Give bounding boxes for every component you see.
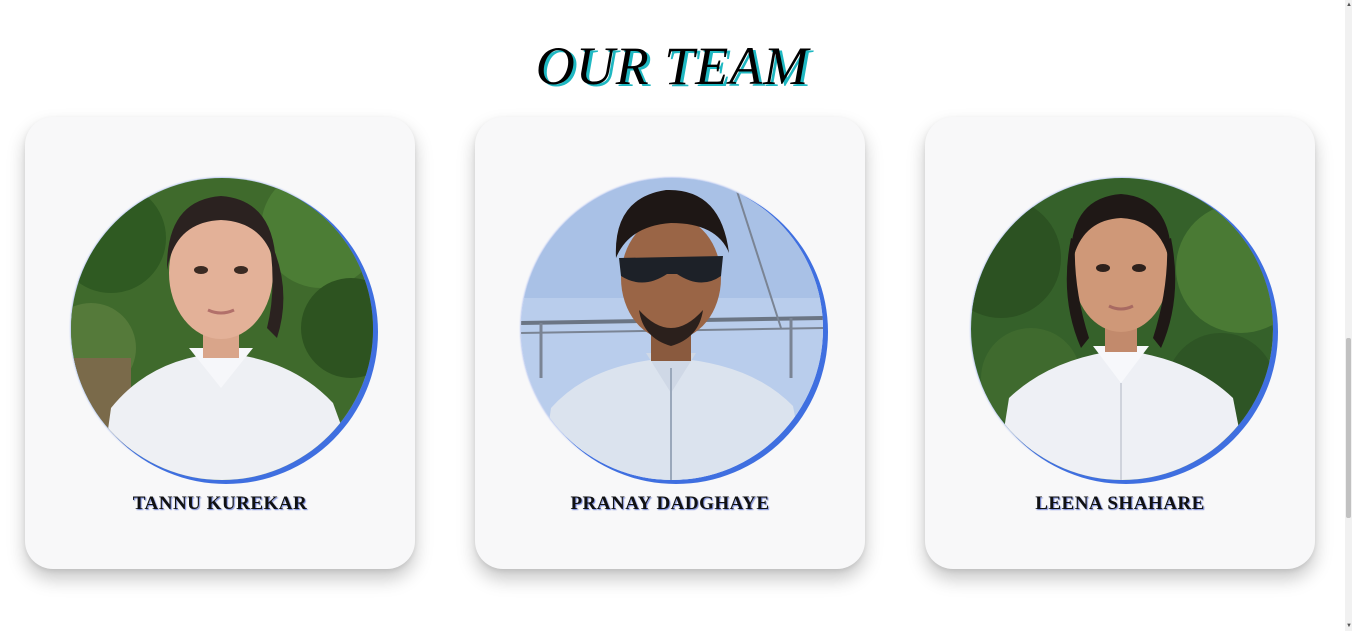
member-name: TANNU KUREKAR	[132, 493, 308, 514]
member-name: LEENA SHAHARE	[1035, 493, 1205, 514]
member-photo	[521, 178, 823, 480]
scroll-down-icon[interactable]: ▼	[1346, 623, 1352, 629]
team-card-1: TANNU KUREKAR	[25, 117, 415, 569]
member-photo	[971, 178, 1273, 480]
member-name: PRANAY DADGHAYE	[570, 493, 770, 514]
member-photo	[71, 178, 373, 480]
person-photo-icon	[521, 178, 823, 480]
team-card-2: PRANAY DADGHAYE	[475, 117, 865, 569]
scroll-up-icon[interactable]: ▲	[1346, 2, 1352, 8]
team-page: OUR TEAM TANNU KUREKAR PRANAY DADGHAYE L…	[0, 0, 1352, 631]
vertical-scrollbar[interactable]: ▲ ▼	[1345, 0, 1352, 631]
team-card-3: LEENA SHAHARE	[925, 117, 1315, 569]
section-title: OUR TEAM	[535, 36, 810, 96]
scrollbar-thumb[interactable]	[1346, 338, 1351, 518]
person-photo-icon	[971, 178, 1273, 480]
person-photo-icon	[71, 178, 373, 480]
